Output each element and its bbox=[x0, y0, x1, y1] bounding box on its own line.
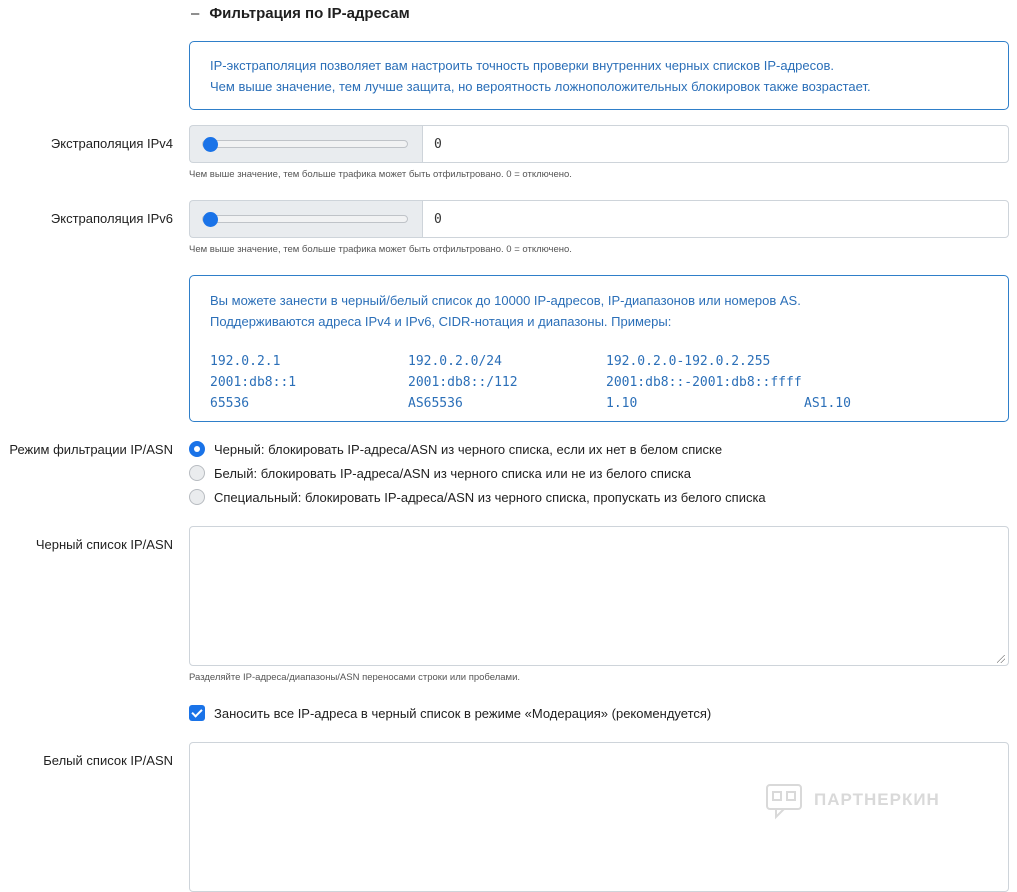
filter-mode-label: Режим фильтрации IP/ASN bbox=[9, 442, 173, 457]
example-asn: 65536 bbox=[210, 396, 250, 411]
examples-grid: 192.0.2.1 192.0.2.0/24 192.0.2.0-192.0.2… bbox=[210, 351, 988, 414]
slider-thumb[interactable] bbox=[203, 212, 218, 227]
example-ipv6: 2001:db8::1 bbox=[210, 375, 297, 390]
example-asdot-prefixed: AS1.10 bbox=[804, 396, 851, 411]
slider-track[interactable] bbox=[202, 215, 408, 223]
mode-option-white[interactable]: Белый: блокировать IP-адреса/ASN из черн… bbox=[189, 465, 691, 481]
example-asn-prefixed: AS65536 bbox=[408, 396, 463, 411]
blacklist-textarea[interactable] bbox=[189, 526, 1009, 666]
slider-thumb[interactable] bbox=[203, 137, 218, 152]
section-title[interactable]: – Фильтрация по IP-адресам bbox=[191, 5, 410, 22]
example-ipv6-range: 2001:db8::-2001:db8::ffff bbox=[606, 375, 802, 390]
radio-label[interactable]: Черный: блокировать IP-адреса/ASN из чер… bbox=[214, 442, 722, 457]
ipv4-extrapolation-label: Экстраполяция IPv4 bbox=[50, 136, 173, 151]
extrapolation-info-box: IP-экстраполяция позволяет вам настроить… bbox=[189, 41, 1009, 110]
watermark: ПАРТНЕРКИН bbox=[764, 780, 940, 820]
example-ipv6-cidr: 2001:db8::/112 bbox=[408, 375, 518, 390]
resize-handle-icon[interactable] bbox=[997, 655, 1007, 665]
example-asdot: 1.10 bbox=[606, 396, 638, 411]
checkbox-checked-icon[interactable] bbox=[189, 705, 205, 721]
mode-option-black[interactable]: Черный: блокировать IP-адреса/ASN из чер… bbox=[189, 441, 722, 457]
chat-logo-icon bbox=[766, 784, 802, 820]
info-line: Чем выше значение, тем лучше защита, но … bbox=[210, 79, 871, 94]
watermark-text: ПАРТНЕРКИН bbox=[814, 790, 940, 809]
radio-label[interactable]: Белый: блокировать IP-адреса/ASN из черн… bbox=[214, 466, 691, 481]
ipv4-value-input[interactable] bbox=[422, 125, 1009, 163]
radio-label[interactable]: Специальный: блокировать IP-адреса/ASN и… bbox=[214, 490, 766, 505]
moderation-checkbox-row[interactable]: Заносить все IP-адреса в черный список в… bbox=[189, 705, 711, 721]
ipv6-hint: Чем выше значение, тем больше трафика мо… bbox=[189, 244, 572, 255]
info-line: Поддерживаются адреса IPv4 и IPv6, CIDR-… bbox=[210, 314, 672, 329]
mode-option-special[interactable]: Специальный: блокировать IP-адреса/ASN и… bbox=[189, 489, 766, 505]
list-format-info-box: Вы можете занести в черный/белый список … bbox=[189, 275, 1009, 422]
radio-icon[interactable] bbox=[189, 465, 205, 481]
radio-icon[interactable] bbox=[189, 489, 205, 505]
whitelist-label: Белый список IP/ASN bbox=[43, 753, 173, 768]
ipv6-value-input[interactable] bbox=[422, 200, 1009, 238]
radio-checked-icon[interactable] bbox=[189, 441, 205, 457]
ipv6-extrapolation-control bbox=[189, 200, 1009, 238]
example-ipv4: 192.0.2.1 bbox=[210, 354, 281, 369]
blacklist-hint: Разделяйте IP-адреса/диапазоны/ASN перен… bbox=[189, 672, 521, 683]
collapse-icon[interactable]: – bbox=[191, 5, 199, 22]
info-line: Вы можете занести в черный/белый список … bbox=[210, 293, 801, 308]
blacklist-label: Черный список IP/ASN bbox=[35, 537, 173, 552]
ipv6-slider[interactable] bbox=[189, 200, 422, 238]
slider-track[interactable] bbox=[202, 140, 408, 148]
info-line: IP-экстраполяция позволяет вам настроить… bbox=[210, 58, 835, 73]
ipv6-extrapolation-label: Экстраполяция IPv6 bbox=[50, 211, 173, 226]
ipv4-extrapolation-control bbox=[189, 125, 1009, 163]
ipv4-hint: Чем выше значение, тем больше трафика мо… bbox=[189, 169, 572, 180]
example-ipv4-cidr: 192.0.2.0/24 bbox=[408, 354, 502, 369]
section-title-text: Фильтрация по IP-адресам bbox=[209, 5, 410, 22]
example-ipv4-range: 192.0.2.0-192.0.2.255 bbox=[606, 354, 771, 369]
moderation-checkbox-label[interactable]: Заносить все IP-адреса в черный список в… bbox=[214, 706, 711, 721]
ipv4-slider[interactable] bbox=[189, 125, 422, 163]
